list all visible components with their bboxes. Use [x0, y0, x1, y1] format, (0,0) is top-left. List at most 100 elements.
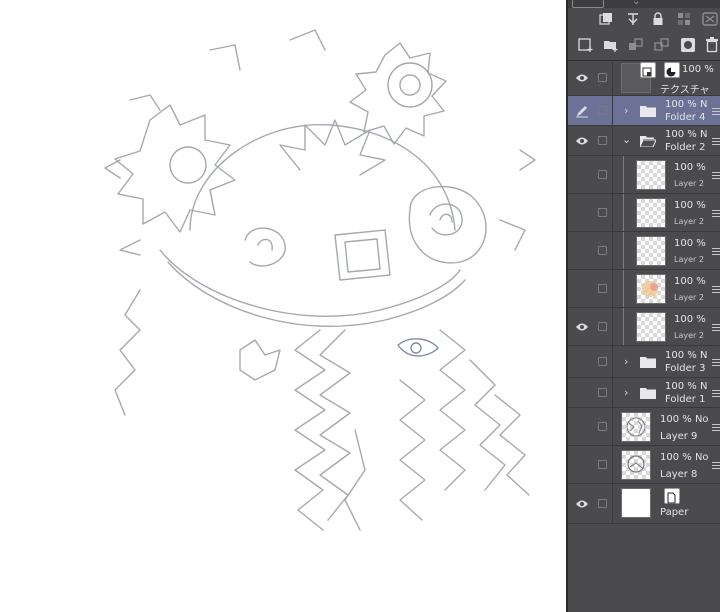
- eye-icon[interactable]: [574, 133, 590, 149]
- layer-row-paper[interactable]: Paper: [568, 484, 720, 524]
- texture-icon: [640, 62, 656, 78]
- layer-checkbox[interactable]: [598, 246, 607, 255]
- layer-stack-icon[interactable]: [596, 9, 616, 29]
- layer-row-layer-8[interactable]: 100 % No Layer 8: [568, 446, 720, 484]
- layer-name: Paper: [660, 507, 689, 518]
- chevron-right-icon[interactable]: ›: [624, 355, 628, 368]
- menu-icon[interactable]: [712, 106, 720, 116]
- layer-thumbnail: [636, 160, 666, 190]
- layer-opacity: 100 % N: [665, 99, 708, 110]
- layer-opacity: 100 %: [674, 162, 706, 173]
- chevron-down-icon[interactable]: ⌄: [622, 133, 631, 146]
- new-folder-icon[interactable]: [601, 35, 621, 55]
- layer-row-folder-4[interactable]: › 100 % N Folder 4: [568, 96, 720, 126]
- transfer-icon[interactable]: [623, 9, 643, 29]
- paper-layer-icon: [664, 488, 680, 504]
- mask-thumbnail-icon: [664, 62, 680, 78]
- layer-name: Layer 2: [674, 255, 704, 264]
- mask-icon[interactable]: [700, 9, 720, 29]
- layer-name: テクスチャ: [660, 85, 710, 96]
- layer-thumbnail: [636, 198, 666, 228]
- menu-icon[interactable]: [712, 460, 720, 470]
- layer-row-folder-3[interactable]: › 100 % N Folder 3: [568, 346, 720, 378]
- layer-row-layer-9[interactable]: 100 % No Layer 9: [568, 408, 720, 446]
- new-raster-layer-icon[interactable]: [576, 35, 596, 55]
- layer-opacity: 100 %: [674, 276, 706, 287]
- sketch-artwork: [104, 29, 536, 531]
- menu-icon[interactable]: [712, 208, 720, 218]
- chevron-right-icon[interactable]: ›: [624, 386, 628, 399]
- layer-checkbox[interactable]: [598, 170, 607, 179]
- layer-name: Folder 4: [665, 112, 706, 123]
- eye-icon[interactable]: [574, 70, 590, 86]
- folder-icon: [640, 388, 656, 399]
- merge-layers-icon[interactable]: [652, 35, 672, 55]
- layer-thumbnail: [636, 312, 666, 342]
- layer-checkbox[interactable]: [598, 422, 607, 431]
- folder-icon: [640, 357, 656, 368]
- layer-name: Layer 8: [660, 469, 698, 480]
- layer-row-layer-2[interactable]: 100 % Layer 2: [568, 232, 720, 270]
- layer-checkbox[interactable]: [598, 388, 607, 397]
- layer-checkbox[interactable]: [598, 460, 607, 469]
- layer-checkbox[interactable]: [598, 73, 607, 82]
- menu-icon[interactable]: [712, 388, 720, 398]
- lock-icon[interactable]: [648, 9, 668, 29]
- folder-icon: [640, 106, 656, 117]
- drawing-canvas[interactable]: [0, 0, 566, 612]
- layer-opacity: 100 % N: [665, 381, 708, 392]
- layer-thumbnail: [636, 274, 666, 304]
- layer-row-texture[interactable]: 100 % テクスチャ: [568, 60, 720, 96]
- layer-row-layer-2[interactable]: 100 % Layer 2: [568, 308, 720, 346]
- layer-row-layer-2[interactable]: 100 % Layer 2: [568, 156, 720, 194]
- layer-opacity: 100 %: [674, 238, 706, 249]
- layer-mask-icon[interactable]: [678, 35, 698, 55]
- new-vector-layer-icon[interactable]: [626, 35, 646, 55]
- layers-panel: ⌄ 100 % テクスチャ › 100 % N Folder 4 ⌄ 100 %…: [566, 0, 720, 612]
- layer-checkbox[interactable]: [598, 208, 607, 217]
- layer-name: Layer 2: [674, 217, 704, 226]
- layer-row-folder-2[interactable]: ⌄ 100 % N Folder 2: [568, 126, 720, 156]
- eye-icon[interactable]: [574, 319, 590, 335]
- menu-icon[interactable]: [712, 357, 720, 367]
- layer-thumbnail: [636, 236, 666, 266]
- menu-icon[interactable]: [712, 136, 720, 146]
- layer-checkbox[interactable]: [598, 357, 607, 366]
- layer-checkbox[interactable]: [598, 284, 607, 293]
- layer-thumbnail: [621, 450, 651, 480]
- layer-checkbox[interactable]: [598, 106, 607, 115]
- menu-icon[interactable]: [712, 322, 720, 332]
- menu-icon[interactable]: [712, 246, 720, 256]
- layer-opacity: 100 %: [674, 314, 706, 325]
- layer-name: Layer 2: [674, 179, 704, 188]
- layer-row-folder-1[interactable]: › 100 % N Folder 1: [568, 378, 720, 408]
- layer-opacity: 100 % N: [665, 350, 708, 361]
- layer-row-layer-2[interactable]: 100 % Layer 2: [568, 194, 720, 232]
- layer-name: Layer 9: [660, 431, 698, 442]
- layer-property-toolbar: [568, 6, 720, 32]
- layer-opacity: 100 %: [682, 64, 714, 75]
- layer-checkbox[interactable]: [598, 136, 607, 145]
- layer-name: Folder 3: [665, 363, 706, 374]
- eye-icon[interactable]: [574, 496, 590, 512]
- checker-lock-icon[interactable]: [674, 9, 694, 29]
- folder-open-icon: [640, 136, 656, 147]
- menu-icon[interactable]: [712, 170, 720, 180]
- layer-opacity: 100 %: [674, 200, 706, 211]
- menu-icon[interactable]: [712, 284, 720, 294]
- trash-icon[interactable]: [702, 35, 720, 55]
- layer-checkbox[interactable]: [598, 322, 607, 331]
- menu-icon[interactable]: [712, 422, 720, 432]
- layer-opacity: 100 % N: [665, 129, 708, 140]
- layer-checkbox[interactable]: [598, 499, 607, 508]
- layer-action-toolbar: [568, 32, 720, 61]
- layer-thumbnail: [621, 412, 651, 442]
- pen-edit-icon: [574, 103, 590, 119]
- layer-row-layer-2[interactable]: 100 % Layer 2: [568, 270, 720, 308]
- layer-opacity: 100 % No: [660, 414, 709, 425]
- layer-name: Folder 2: [665, 142, 706, 153]
- layer-opacity: 100 % No: [660, 452, 709, 463]
- chevron-right-icon[interactable]: ›: [624, 104, 628, 117]
- layer-name: Folder 1: [665, 394, 706, 405]
- layer-thumbnail: [621, 488, 651, 518]
